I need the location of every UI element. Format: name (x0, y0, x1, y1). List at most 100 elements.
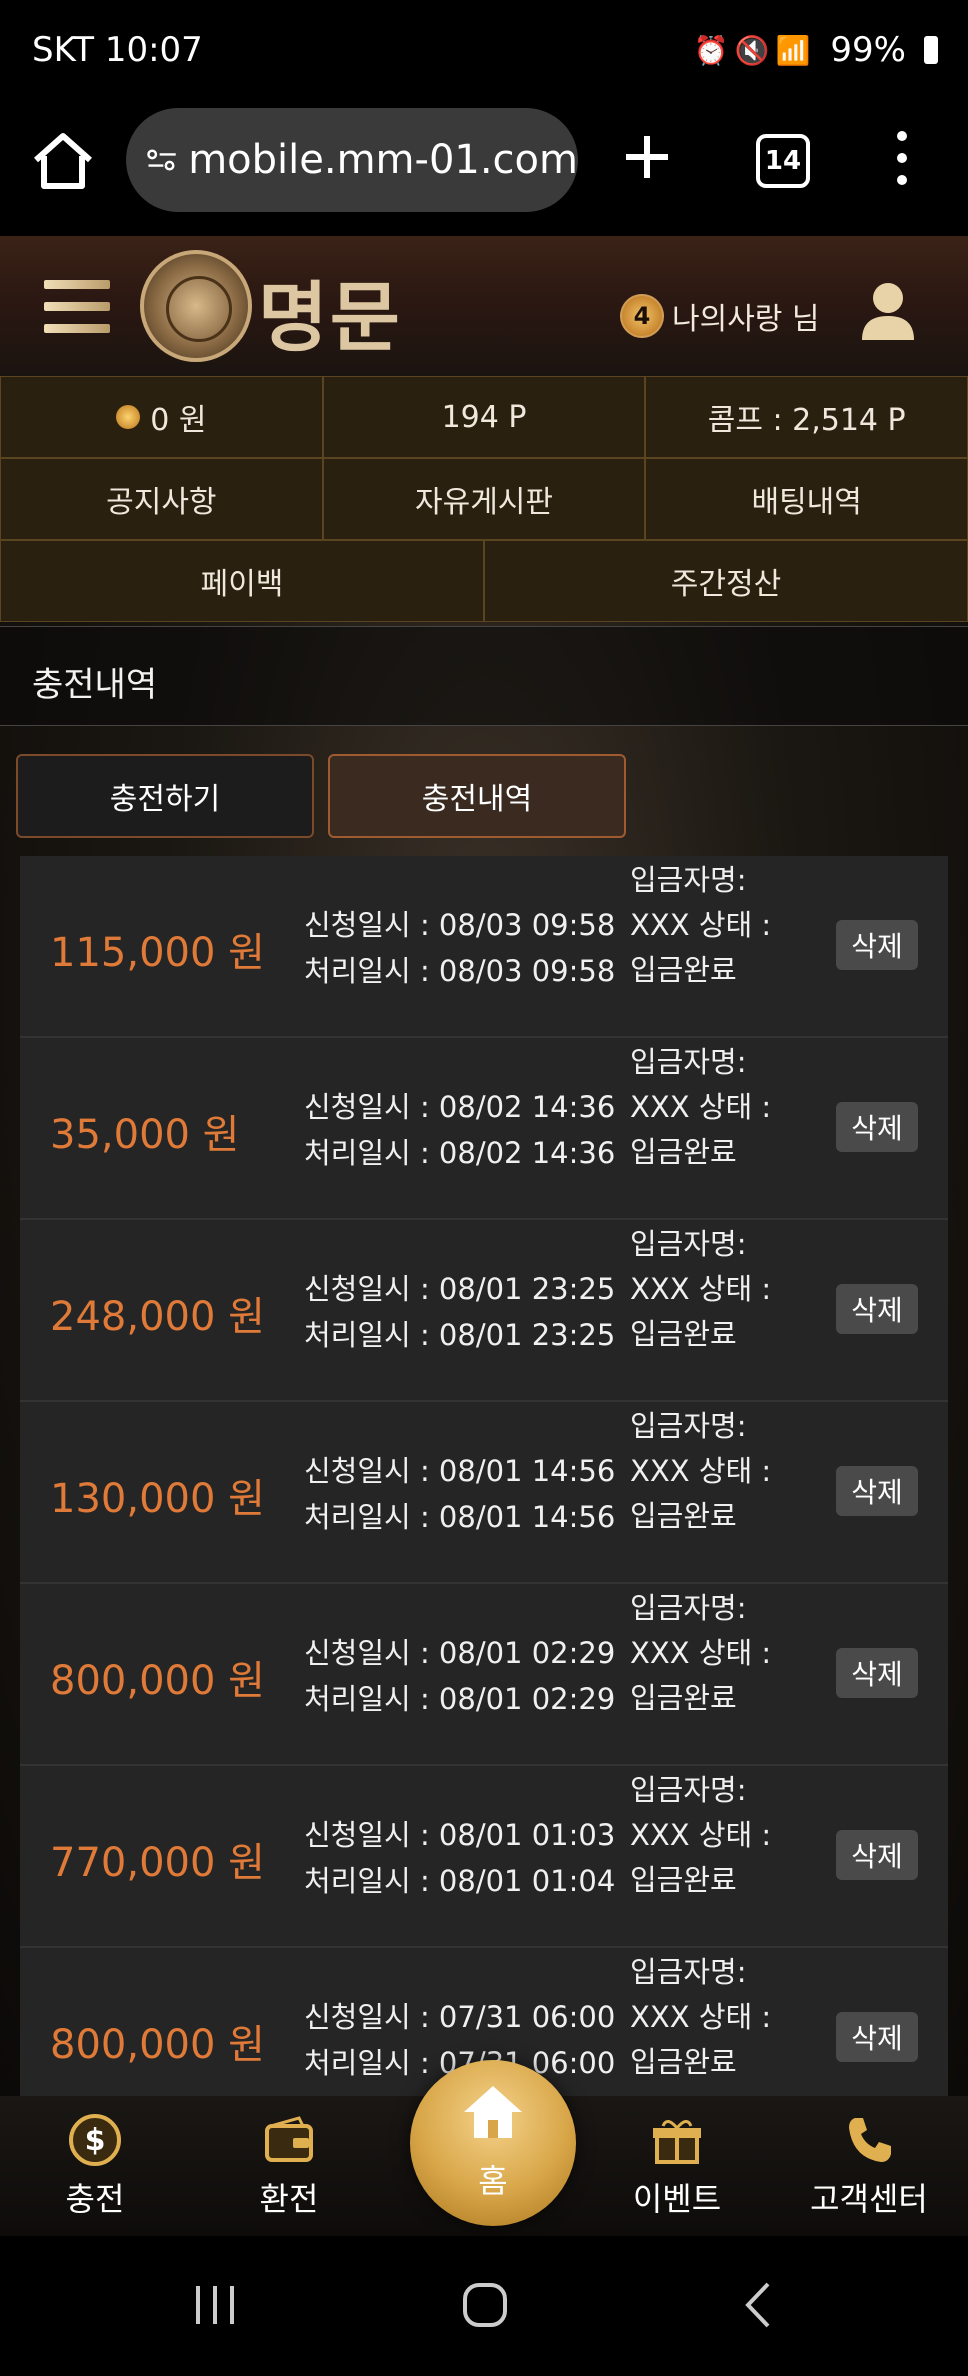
history-processed-time: 처리일시 : 08/01 14:56 (304, 1500, 616, 1534)
tab-charge[interactable]: 충전하기 (16, 754, 314, 838)
menu-row-1: 공지사항 자유게시판 배팅내역 (0, 458, 968, 540)
history-depositor-status: 입금자명: XXX 상태 : 입금완료 (630, 1222, 780, 1357)
user-profile-icon[interactable] (858, 278, 918, 342)
status-icons: ⏰🔇📶 (693, 33, 817, 67)
recent-apps-icon[interactable] (190, 2280, 240, 2330)
charge-history-list: 115,000 원 신청일시 : 08/03 09:58 처리일시 : 08/0… (20, 856, 948, 2096)
history-amount: 800,000 원 (50, 1658, 265, 1704)
delete-button[interactable]: 삭제 (836, 1648, 918, 1698)
delete-button[interactable]: 삭제 (836, 2012, 918, 2062)
delete-button[interactable]: 삭제 (836, 1466, 918, 1516)
history-request-time: 신청일시 : 08/03 09:58 (304, 908, 616, 942)
system-home-icon[interactable] (460, 2280, 510, 2330)
more-options-icon[interactable] (896, 128, 908, 188)
history-processed-time: 처리일시 : 08/01 23:25 (304, 1318, 616, 1352)
history-row: 800,000 원 신청일시 : 08/01 02:29 처리일시 : 08/0… (20, 1584, 948, 1766)
history-amount: 130,000 원 (50, 1476, 265, 1522)
account-summary-row: 0 원 194 P 콤프 : 2,514 P (0, 376, 968, 458)
delete-button[interactable]: 삭제 (836, 920, 918, 970)
history-request-time: 신청일시 : 08/01 01:03 (304, 1818, 616, 1852)
medal-icon (116, 405, 141, 429)
history-request-time: 신청일시 : 08/02 14:36 (304, 1090, 616, 1124)
delete-button[interactable]: 삭제 (836, 1102, 918, 1152)
url-text: mobile.mm-01.com (188, 137, 578, 183)
history-depositor-status: 입금자명: XXX 상태 : 입금완료 (630, 1404, 780, 1539)
nav-support[interactable]: 고객센터 (794, 2112, 944, 2220)
menu-free-board[interactable]: 자유게시판 (322, 458, 646, 540)
points-cell: 194 P (322, 376, 646, 458)
history-amount: 115,000 원 (50, 930, 265, 976)
status-right: ⏰🔇📶 99% (694, 30, 938, 70)
delete-button[interactable]: 삭제 (836, 1830, 918, 1880)
history-times: 신청일시 : 08/03 09:58 처리일시 : 08/03 09:58 (304, 902, 615, 994)
comp-cell: 콤프 : 2,514 P (645, 376, 968, 458)
nav-exchange-label: 환전 (259, 2180, 319, 2218)
account-menu-grid: 0 원 194 P 콤프 : 2,514 P 공지사항 자유게시판 배팅내역 페… (0, 376, 968, 622)
history-depositor-status: 입금자명: XXX 상태 : 입금완료 (630, 858, 780, 993)
nav-event-label: 이벤트 (632, 2180, 722, 2218)
nav-exchange[interactable]: 환전 (214, 2112, 364, 2220)
history-request-time: 신청일시 : 08/01 23:25 (304, 1272, 616, 1306)
balance-value: 0 원 (150, 403, 207, 438)
status-bar: SKT 10:07 ⏰🔇📶 99% (0, 0, 968, 106)
history-times: 신청일시 : 08/01 02:29 처리일시 : 08/01 02:29 (304, 1630, 615, 1722)
history-times: 신청일시 : 08/01 14:56 처리일시 : 08/01 14:56 (304, 1448, 615, 1540)
nav-home-label: 홈 (478, 2162, 508, 2200)
history-request-time: 신청일시 : 07/31 06:00 (304, 2000, 616, 2034)
history-depositor-status: 입금자명: XXX 상태 : 입금완료 (630, 1040, 780, 1175)
user-level-badge: 4 (620, 294, 664, 338)
menu-payback[interactable]: 페이백 (0, 540, 484, 622)
history-amount: 248,000 원 (50, 1294, 265, 1340)
delete-button[interactable]: 삭제 (836, 1284, 918, 1334)
history-row: 35,000 원 신청일시 : 08/02 14:36 처리일시 : 08/02… (20, 1038, 948, 1220)
history-request-time: 신청일시 : 08/01 02:29 (304, 1636, 616, 1670)
menu-bet-history[interactable]: 배팅내역 (645, 458, 968, 540)
battery-percent: 99% (830, 30, 906, 70)
history-row: 115,000 원 신청일시 : 08/03 09:58 처리일시 : 08/0… (20, 856, 948, 1038)
history-depositor-status: 입금자명: XXX 상태 : 입금완료 (630, 1950, 780, 2085)
history-times: 신청일시 : 08/01 23:25 처리일시 : 08/01 23:25 (304, 1266, 615, 1358)
tab-switcher-button[interactable]: 14 (756, 134, 810, 188)
site-content: 명문 4 나의사랑 님 0 원 194 P 콤프 : 2,514 P 공지사항 … (0, 236, 968, 2096)
history-processed-time: 처리일시 : 08/02 14:36 (304, 1136, 616, 1170)
logo-emblem[interactable] (140, 250, 252, 362)
nav-home-button[interactable]: 홈 (410, 2060, 576, 2226)
history-row: 248,000 원 신청일시 : 08/01 23:25 처리일시 : 08/0… (20, 1220, 948, 1402)
menu-notice[interactable]: 공지사항 (0, 458, 323, 540)
section-title-bar: 충전내역 (0, 626, 968, 726)
logo-text[interactable]: 명문 (258, 256, 402, 366)
tab-charge-history[interactable]: 충전내역 (328, 754, 626, 838)
balance-cell: 0 원 (0, 376, 323, 458)
wallet-icon (265, 2116, 313, 2162)
url-bar[interactable]: mobile.mm-01.com (126, 108, 578, 212)
site-header: 명문 4 나의사랑 님 (0, 236, 968, 376)
home-icon[interactable] (30, 128, 96, 194)
history-times: 신청일시 : 08/01 01:03 처리일시 : 08/01 01:04 (304, 1812, 615, 1904)
system-nav-bar (0, 2236, 968, 2376)
user-name[interactable]: 나의사랑 님 (672, 294, 820, 338)
history-processed-time: 처리일시 : 08/01 01:04 (304, 1864, 616, 1898)
history-processed-time: 처리일시 : 08/03 09:58 (304, 954, 616, 988)
nav-event[interactable]: 이벤트 (602, 2112, 752, 2220)
nav-charge[interactable]: $ 충전 (20, 2112, 170, 2220)
browser-toolbar: mobile.mm-01.com 14 (0, 106, 968, 236)
back-icon[interactable] (738, 2280, 778, 2330)
new-tab-icon[interactable] (622, 132, 672, 182)
menu-weekly-settlement[interactable]: 주간정산 (484, 540, 968, 622)
nav-support-label: 고객센터 (810, 2180, 928, 2218)
menu-row-2: 페이백 주간정산 (0, 540, 968, 622)
gift-icon (653, 2120, 701, 2164)
section-title: 충전내역 (32, 665, 158, 705)
hamburger-menu-icon[interactable] (44, 280, 110, 340)
bottom-nav: $ 충전 환전 홈 이벤트 고객센터 (0, 2060, 968, 2236)
history-row: 130,000 원 신청일시 : 08/01 14:56 처리일시 : 08/0… (20, 1402, 948, 1584)
history-amount: 35,000 원 (50, 1112, 240, 1158)
history-request-time: 신청일시 : 08/01 14:56 (304, 1454, 616, 1488)
history-row: 770,000 원 신청일시 : 08/01 01:03 처리일시 : 08/0… (20, 1766, 948, 1948)
nav-charge-label: 충전 (65, 2180, 125, 2218)
site-settings-icon[interactable] (146, 140, 178, 180)
history-depositor-status: 입금자명: XXX 상태 : 입금완료 (630, 1586, 780, 1721)
phone-icon (849, 2118, 891, 2162)
history-times: 신청일시 : 08/02 14:36 처리일시 : 08/02 14:36 (304, 1084, 615, 1176)
history-amount: 770,000 원 (50, 1840, 265, 1886)
